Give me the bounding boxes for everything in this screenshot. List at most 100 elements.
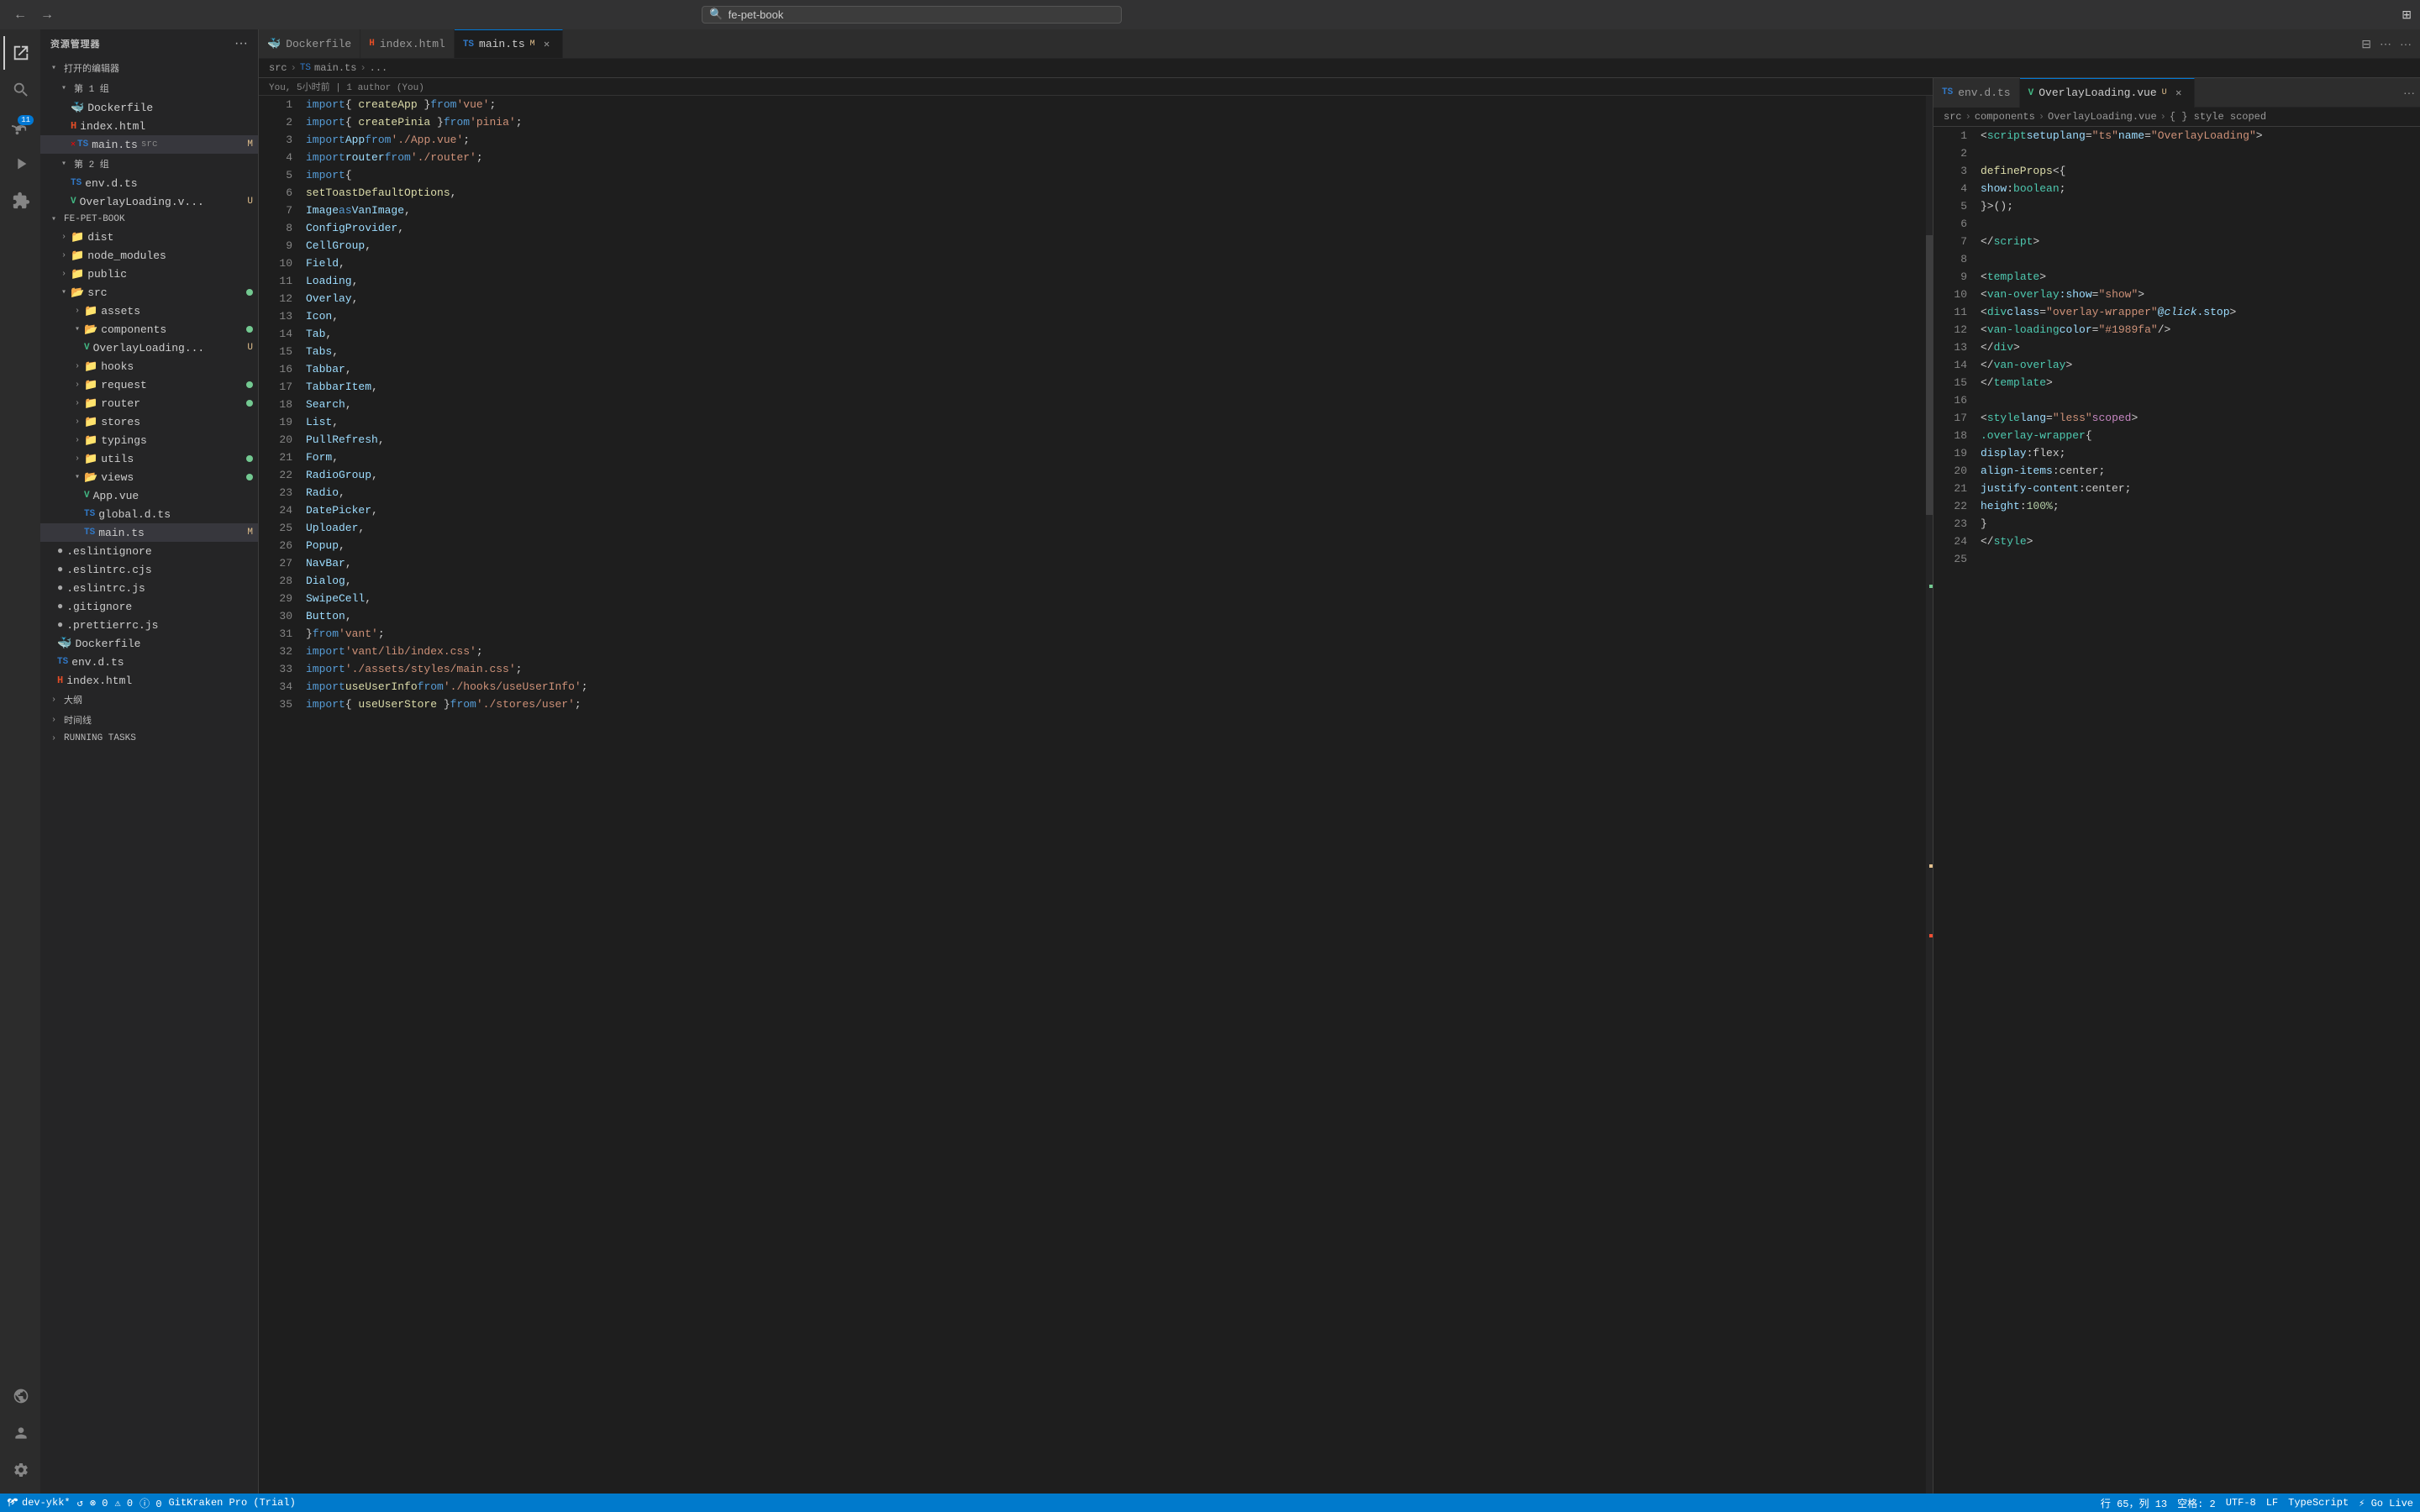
- folder-dist[interactable]: › 📁 dist: [40, 228, 258, 246]
- project-section[interactable]: ▾ FE-PET-BOOK: [40, 211, 258, 228]
- nav-back-button[interactable]: ←: [8, 6, 32, 24]
- right-tab-env[interactable]: TS env.d.ts: [1933, 78, 2020, 108]
- scrollbar[interactable]: [1926, 96, 1933, 1494]
- open-file-dockerfile[interactable]: 🐳 Dockerfile: [40, 98, 258, 117]
- running-tasks-section[interactable]: › RUNNING TASKS: [40, 730, 258, 747]
- group1-label[interactable]: ▾ 第 1 组: [40, 78, 258, 98]
- open-file-overlay-loading[interactable]: V OverlayLoading.v... U: [40, 192, 258, 211]
- folder-icon: 📁: [71, 268, 84, 281]
- sync-button[interactable]: ↺: [77, 1497, 83, 1509]
- activity-item-search[interactable]: [3, 73, 37, 107]
- tab-close-button[interactable]: ✕: [540, 38, 554, 51]
- right-breadcrumb: src › components › OverlayLoading.vue › …: [1933, 108, 2420, 127]
- warnings-indicator[interactable]: ⚠ 0: [114, 1497, 133, 1509]
- open-file-index-html[interactable]: H index.html: [40, 117, 258, 135]
- outline-section[interactable]: › 大纲: [40, 690, 258, 710]
- file-dockerfile[interactable]: 🐳 Dockerfile: [40, 634, 258, 653]
- folder-icon: 📂: [84, 323, 97, 336]
- folder-router[interactable]: › 📁 router: [40, 394, 258, 412]
- right-code-lines[interactable]: <script setup lang="ts" name="OverlayLoa…: [1974, 127, 2420, 1494]
- group2-label[interactable]: ▾ 第 2 组: [40, 154, 258, 174]
- folder-utils[interactable]: › 📁 utils: [40, 449, 258, 468]
- activity-item-source-control[interactable]: 11: [3, 110, 37, 144]
- file-eslintrc-js[interactable]: ● .eslintrc.js: [40, 579, 258, 597]
- ts-icon: TS: [77, 139, 88, 150]
- folder-assets[interactable]: › 📁 assets: [40, 302, 258, 320]
- folder-src[interactable]: ▾ 📂 src: [40, 283, 258, 302]
- breadcrumb-button[interactable]: ⋯: [2376, 35, 2395, 53]
- sidebar-more-button[interactable]: ···: [234, 36, 248, 51]
- nav-forward-button[interactable]: →: [35, 6, 59, 24]
- file-eslintignore[interactable]: ● .eslintignore: [40, 542, 258, 560]
- file-name: global.d.ts: [98, 508, 171, 521]
- folder-chevron: ›: [71, 362, 84, 371]
- code-lines[interactable]: import { createApp } from 'vue';import {…: [299, 96, 1926, 1494]
- folder-chevron: ›: [71, 307, 84, 316]
- folder-views[interactable]: ▾ 📂 views: [40, 468, 258, 486]
- breadcrumb-file[interactable]: OverlayLoading.vue: [2048, 111, 2157, 123]
- folder-stores[interactable]: › 📁 stores: [40, 412, 258, 431]
- tab-index-html[interactable]: H index.html: [360, 29, 455, 59]
- file-main-ts[interactable]: TS main.ts M: [40, 523, 258, 542]
- activity-item-run[interactable]: [3, 147, 37, 181]
- breadcrumb-src[interactable]: src: [1944, 111, 1962, 123]
- file-env-d-ts[interactable]: TS env.d.ts: [40, 653, 258, 671]
- breadcrumb-scope[interactable]: { } style scoped: [2170, 111, 2266, 123]
- folder-typings[interactable]: › 📁 typings: [40, 431, 258, 449]
- errors-indicator[interactable]: ⊗ 0: [90, 1497, 108, 1509]
- open-file-env-d-ts[interactable]: TS env.d.ts: [40, 174, 258, 192]
- cursor-position[interactable]: 行 65，列 13: [2101, 1496, 2167, 1510]
- info-indicator[interactable]: ⓘ 0: [139, 1496, 161, 1510]
- activity-item-explorer[interactable]: [3, 36, 37, 70]
- right-code-content: 1234567891011121314151617181920212223242…: [1933, 127, 2420, 1494]
- activity-item-remote[interactable]: [3, 1379, 37, 1413]
- open-editors-section[interactable]: ▾ 打开的编辑器: [40, 58, 258, 78]
- titlebar-right: ⊞: [2402, 8, 2412, 22]
- encoding-indicator[interactable]: UTF-8: [2226, 1497, 2256, 1509]
- right-tab-overlay[interactable]: V OverlayLoading.vue U ✕: [2020, 78, 2195, 108]
- more-actions-button[interactable]: ···: [2396, 35, 2415, 52]
- folder-public[interactable]: › 📁 public: [40, 265, 258, 283]
- breadcrumb-dots[interactable]: ...: [370, 62, 388, 74]
- more-actions-button[interactable]: ···: [2403, 86, 2415, 99]
- file-prettierrc-js[interactable]: ● .prettierrc.js: [40, 616, 258, 634]
- folder-hooks[interactable]: › 📁 hooks: [40, 357, 258, 375]
- file-name: .prettierrc.js: [66, 619, 158, 632]
- file-index-html[interactable]: H index.html: [40, 671, 258, 690]
- file-overlayloading-vue[interactable]: V OverlayLoading... U: [40, 339, 258, 357]
- open-file-name: main.ts: [92, 139, 138, 151]
- folder-node-modules[interactable]: › 📁 node_modules: [40, 246, 258, 265]
- tab-modified-indicator: U: [2162, 88, 2167, 97]
- go-live-button[interactable]: ⚡ Go Live: [2359, 1497, 2413, 1509]
- activity-item-settings[interactable]: [3, 1453, 37, 1487]
- line-ending-indicator[interactable]: LF: [2266, 1497, 2278, 1509]
- split-editor-button[interactable]: ⊟: [2358, 35, 2375, 53]
- tab-dockerfile[interactable]: 🐳 Dockerfile: [259, 29, 360, 59]
- breadcrumb-components[interactable]: components: [1975, 111, 2035, 123]
- breadcrumb-main-ts[interactable]: main.ts: [314, 62, 356, 74]
- file-eslintrc-cjs[interactable]: ● .eslintrc.cjs: [40, 560, 258, 579]
- folder-request[interactable]: › 📁 request: [40, 375, 258, 394]
- file-name: App.vue: [93, 490, 139, 502]
- folder-components[interactable]: ▾ 📂 components: [40, 320, 258, 339]
- breadcrumb-src[interactable]: src: [269, 62, 287, 74]
- folder-name: hooks: [101, 360, 134, 373]
- language-indicator[interactable]: TypeScript: [2288, 1497, 2349, 1509]
- git-branch[interactable]: dev-ykk*: [7, 1497, 71, 1509]
- titlebar-search[interactable]: 🔍: [702, 6, 1122, 24]
- spaces-indicator[interactable]: 空格: 2: [2177, 1496, 2216, 1510]
- tab-main-ts[interactable]: TS main.ts M ✕: [455, 29, 563, 59]
- tab-close-button[interactable]: ✕: [2172, 87, 2186, 100]
- open-file-main-ts[interactable]: ✕ TS main.ts src M: [40, 135, 258, 154]
- folder-chevron: ▾: [57, 287, 71, 297]
- file-global-d-ts[interactable]: TS global.d.ts: [40, 505, 258, 523]
- scroll-thumb: [1926, 235, 1933, 515]
- search-input[interactable]: [729, 8, 1115, 21]
- activity-item-extensions[interactable]: [3, 184, 37, 218]
- file-app-vue[interactable]: V App.vue: [40, 486, 258, 505]
- layout-button[interactable]: ⊞: [2402, 8, 2412, 22]
- file-gitignore[interactable]: ● .gitignore: [40, 597, 258, 616]
- activity-item-account[interactable]: [3, 1416, 37, 1450]
- timeline-section[interactable]: › 时间线: [40, 710, 258, 730]
- gitkraken-label[interactable]: GitKraken Pro (Trial): [169, 1497, 296, 1509]
